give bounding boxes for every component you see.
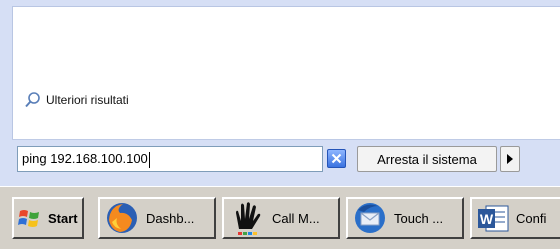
start-label: Start [48, 210, 78, 226]
firefox-icon [107, 203, 137, 233]
close-icon [331, 153, 342, 164]
windows-logo-icon [18, 210, 39, 227]
search-icon [25, 92, 40, 108]
search-input-value: ping 192.168.100.100 [22, 151, 148, 166]
taskbar-item-call-manager[interactable]: Call M... [222, 197, 340, 239]
text-caret [148, 151, 150, 168]
results-area [12, 6, 560, 140]
taskbar-item-thunderbird[interactable]: Touch ... [346, 197, 464, 239]
svg-text:W: W [480, 211, 494, 227]
triangle-right-icon [507, 154, 513, 164]
taskbar-item-label: Dashb... [146, 210, 195, 226]
taskbar-item-word[interactable]: W Confi [470, 197, 560, 239]
word-icon: W [478, 205, 509, 232]
taskbar-item-firefox[interactable]: Dashb... [98, 197, 216, 239]
clear-search-button[interactable] [327, 149, 346, 168]
divider [12, 139, 560, 140]
hand-icon [236, 202, 261, 235]
start-menu: Ulteriori risultati ping 192.168.100.100… [0, 0, 560, 186]
taskbar-item-label: Confi [516, 210, 547, 226]
search-input[interactable]: ping 192.168.100.100 [17, 146, 323, 172]
shutdown-label: Arresta il sistema [377, 151, 477, 167]
start-button[interactable]: Start [12, 197, 84, 239]
taskbar-item-label: Call M... [272, 210, 320, 226]
shutdown-options-button[interactable] [500, 146, 520, 172]
shutdown-button[interactable]: Arresta il sistema [357, 146, 497, 172]
more-results-label: Ulteriori risultati [46, 93, 129, 107]
thunderbird-icon [355, 203, 385, 233]
taskbar-item-label: Touch ... [394, 210, 444, 226]
more-results-link[interactable]: Ulteriori risultati [24, 90, 129, 110]
taskbar: Start Dashb... Call M... Touch ... W Con… [0, 186, 560, 249]
